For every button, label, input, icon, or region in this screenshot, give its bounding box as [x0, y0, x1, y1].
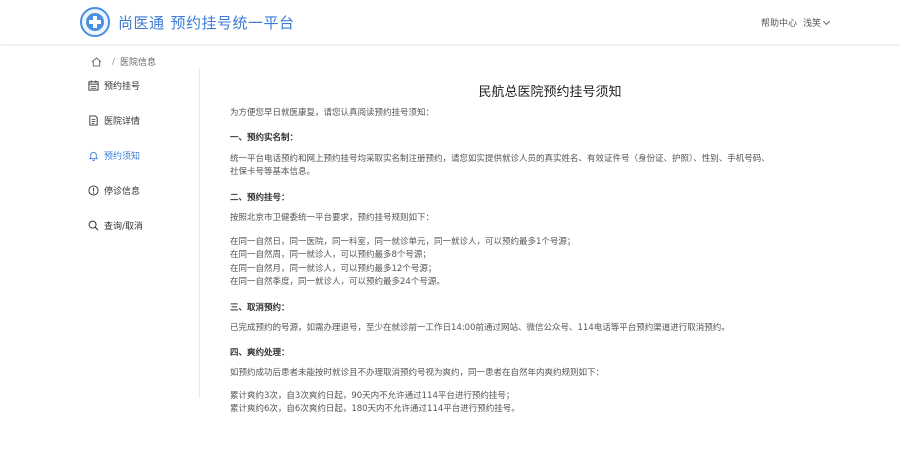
breadcrumb: / 医院信息	[91, 55, 156, 68]
rule-item: 在同一自然季度，同一就诊人，可以预约最多24个号源。	[230, 277, 445, 287]
user-name: 浅笑	[803, 19, 822, 29]
rule-item: 在同一自然日，同一医院，同一科室，同一就诊单元，同一就诊人，可以预约最多1个号源…	[230, 237, 576, 247]
brand-title[interactable]: 尚医通 预约挂号统一平台	[118, 12, 295, 33]
section-text: 统一平台电话预约和网上预约挂号均采取实名制注册预约，请您如实提供就诊人员的真实姓…	[230, 154, 770, 164]
sidebar-item-label: 预约须知	[104, 151, 141, 162]
sidebar-item-notice[interactable]: 预约须知	[88, 147, 140, 163]
home-icon[interactable]	[91, 56, 102, 67]
logo-icon[interactable]	[80, 7, 110, 37]
section-text: 如预约成功后患者未能按时就诊且不办理取消预约号视为爽约，同一患者在自然年内爽约规…	[230, 368, 605, 378]
sidebar-item-query-cancel[interactable]: 查询/取消	[88, 217, 143, 233]
top-header: 尚医通 预约挂号统一平台 帮助中心 浅笑	[0, 0, 900, 45]
sidebar-item-appointment[interactable]: 预约挂号	[88, 77, 140, 93]
bell-icon	[88, 151, 99, 161]
rule-item: 在同一自然月，同一就诊人，可以预约最多12个号源；	[230, 264, 437, 274]
brand-name: 尚医通	[118, 14, 165, 32]
search-icon	[88, 220, 99, 230]
rule-item: 累计爽约6次，自6次爽约日起，180天内不允许通过114平台进行预约挂号。	[230, 404, 520, 414]
breadcrumb-separator: /	[112, 56, 116, 67]
sidebar-item-suspension[interactable]: 停诊信息	[88, 182, 140, 198]
info-icon	[88, 184, 99, 196]
intro-text: 为方便您早日就医康复，请您认真阅读预约挂号须知：	[230, 108, 435, 118]
rule-item: 在同一自然周，同一就诊人，可以预约最多8个号源；	[230, 250, 431, 260]
sidebar-item-label: 查询/取消	[104, 221, 144, 232]
section-heading: 一、预约实名制：	[230, 133, 299, 143]
sidebar: 预约挂号 医院详情 预约须知 停诊信息 查询/取消	[80, 68, 200, 398]
section-text: 按照北京市卫健委统一平台要求，预约挂号规则如下：	[230, 213, 435, 223]
breadcrumb-current: 医院信息	[120, 58, 157, 68]
sidebar-item-label: 预约挂号	[104, 81, 141, 92]
rule-item: 累计爽约3次，自3次爽约日起，90天内不允许通过114平台进行预约挂号；	[230, 391, 515, 401]
section-text: 社保卡号等基本信息。	[230, 167, 316, 177]
section-heading: 四、爽约处理：	[230, 348, 290, 358]
chevron-down-icon	[822, 17, 831, 25]
sidebar-item-label: 医院详情	[104, 116, 141, 127]
brand-subtitle: 预约挂号统一平台	[170, 14, 295, 32]
user-menu[interactable]: 浅笑	[803, 16, 831, 29]
document-icon	[89, 114, 98, 126]
help-center-link[interactable]: 帮助中心	[761, 16, 797, 29]
sidebar-item-hospital-details[interactable]: 医院详情	[88, 112, 140, 128]
sidebar-item-label: 停诊信息	[104, 186, 141, 197]
section-text: 已完成预约的号源，如需办理退号，至少在就诊前一工作日14:00前通过网站、微信公…	[230, 323, 730, 333]
section-heading: 二、预约挂号：	[230, 193, 290, 203]
calendar-icon	[88, 79, 99, 91]
page-title: 民航总医院预约挂号须知	[478, 85, 622, 100]
section-heading: 三、取消预约：	[230, 303, 290, 313]
